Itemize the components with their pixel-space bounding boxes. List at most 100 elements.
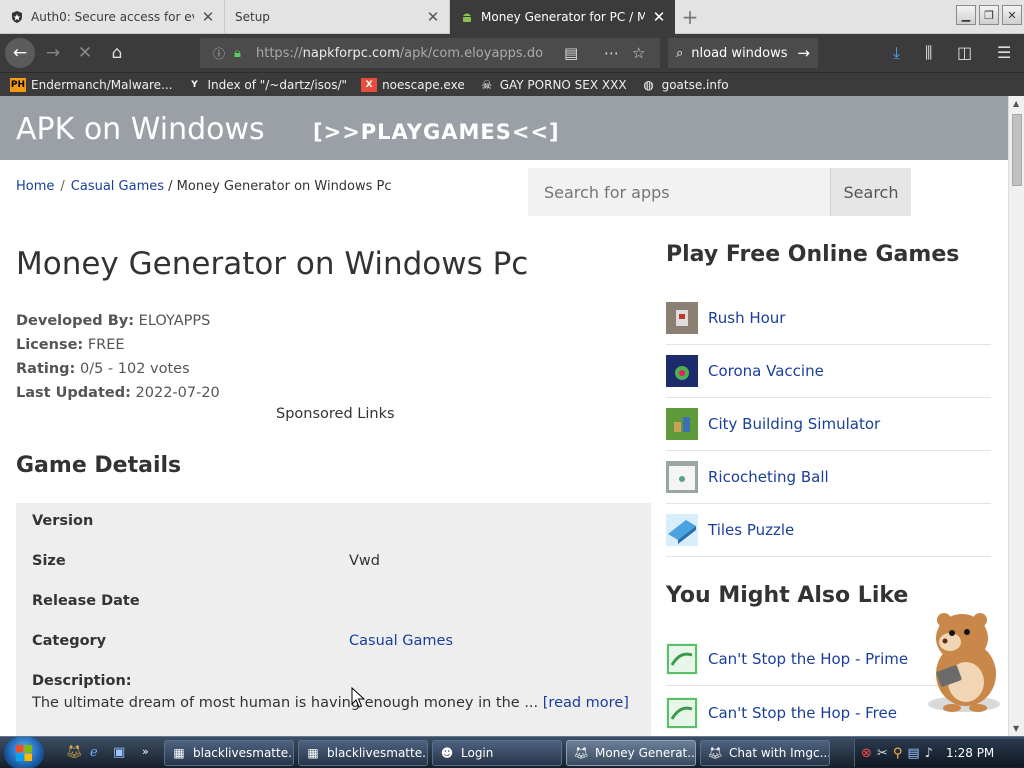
scrollbar-thumb[interactable]	[1012, 114, 1022, 186]
search-go-icon[interactable]: →	[797, 44, 810, 62]
read-more-link[interactable]: [read more]	[543, 695, 629, 711]
start-button[interactable]	[4, 737, 44, 768]
taskbar-window-4[interactable]: 🦊︎ Money Generat...	[566, 740, 696, 766]
bookmark-item[interactable]: Y Index of "/~dartz/isos/"	[187, 77, 348, 92]
bookmark-label: Endermanch/Malware...	[31, 77, 173, 92]
ricocheting-ball-thumbnail	[666, 461, 698, 493]
browser-search-box[interactable]: ⌕ nload windows →	[668, 38, 818, 68]
window-app-icon: ☻	[440, 746, 454, 760]
info-icon[interactable]: ⓘ	[210, 45, 228, 62]
system-tray: ⊗ ✂ ⚲ ▤ ♪ 1:28 PM	[854, 739, 1024, 767]
site-logo[interactable]: APK on Windows	[16, 112, 265, 147]
taskbar-window-5[interactable]: 🦊︎ Chat with Imgc...	[700, 740, 830, 766]
cant-stop-the-hop-thumbnail	[666, 696, 698, 729]
updated-label: Last Updated:	[16, 385, 131, 401]
taskbar-window-1[interactable]: ▦ blacklivesmatte...	[164, 740, 294, 766]
page-scrollbar[interactable]: ▲ ▼	[1008, 96, 1024, 736]
scroll-down-icon[interactable]: ▼	[1013, 724, 1019, 733]
game-item-rush-hour[interactable]: Rush Hour	[666, 292, 991, 345]
bookmark-star-icon[interactable]: ☆	[632, 44, 645, 62]
bookmark-label: GAY PORNO SEX XXX	[499, 77, 627, 92]
address-bar[interactable]: ⓘ 🔒︎ https://napkforpc.com/apk/com.eloya…	[200, 38, 660, 68]
quicklaunch-more-icon[interactable]: »	[142, 745, 149, 758]
windows-taskbar: 🦊︎ ℯ ▣ » ▦ blacklivesmatte... ▦ blacklives…	[0, 736, 1024, 768]
bookmark-item[interactable]: ☠ GAY PORNO SEX XXX	[479, 77, 627, 92]
menu-icon[interactable]: ☰	[997, 43, 1011, 62]
quicklaunch-desktop-icon[interactable]: ▣	[113, 745, 125, 760]
minimize-icon[interactable]: ▁	[956, 5, 976, 25]
tab-money-generator[interactable]: Money Generator for PC / Mac ✕	[450, 0, 675, 34]
bookmark-item[interactable]: ◍ goatse.info	[641, 78, 728, 92]
game-item-corona-vaccine[interactable]: Corona Vaccine	[666, 345, 991, 398]
breadcrumb: Home / Casual Games / Money Generator on W…	[16, 179, 392, 194]
app-link[interactable]: Can't Stop the Hop - Prime	[708, 650, 908, 668]
bookmark-favicon: Y	[191, 79, 198, 90]
sidebar-toggle-icon[interactable]: ◫	[957, 43, 972, 62]
restore-icon[interactable]: ❐	[979, 5, 999, 25]
window-label: blacklivesmatte...	[193, 746, 294, 760]
tab-setup[interactable]: Setup ✕	[225, 0, 450, 34]
corona-vaccine-thumbnail	[666, 355, 698, 387]
tray-network-icon[interactable]: ▤	[907, 746, 919, 761]
window-app-icon: ▦	[173, 746, 185, 760]
free-games-heading: Play Free Online Games	[666, 242, 960, 267]
close-tab-icon[interactable]: ✕	[425, 8, 441, 26]
game-item-city-building[interactable]: City Building Simulator	[666, 398, 991, 451]
breadcrumb-home[interactable]: Home	[16, 179, 54, 194]
page-actions-icon[interactable]: ⋯	[604, 44, 619, 62]
breadcrumb-category[interactable]: Casual Games	[71, 179, 164, 194]
tab-label: Auth0: Secure access for every	[31, 10, 194, 24]
library-icon[interactable]: ⫼	[925, 43, 932, 63]
tray-tool-icon[interactable]: ✂	[877, 746, 888, 761]
app-link[interactable]: Can't Stop the Hop - Free	[708, 704, 897, 722]
bookmark-label: Index of "/~dartz/isos/"	[207, 77, 348, 92]
game-link[interactable]: Tiles Puzzle	[708, 521, 794, 539]
taskbar-clock[interactable]: 1:28 PM	[946, 746, 994, 760]
game-link[interactable]: Corona Vaccine	[708, 362, 824, 380]
new-tab-icon[interactable]: +	[678, 5, 702, 29]
game-link[interactable]: Rush Hour	[708, 309, 785, 327]
tab-label: Setup	[235, 10, 270, 24]
quicklaunch-firefox-icon[interactable]: 🦊︎	[66, 745, 83, 760]
tray-error-icon[interactable]: ⊗	[861, 746, 872, 761]
reader-view-icon[interactable]: ▤	[564, 44, 578, 62]
bookmark-item[interactable]: PH Endermanch/Malware...	[10, 77, 173, 92]
window-label: Chat with Imgc...	[729, 746, 830, 760]
close-tab-icon[interactable]: ✕	[200, 8, 216, 26]
game-item-tiles-puzzle[interactable]: Tiles Puzzle	[666, 504, 991, 557]
close-window-icon[interactable]: ✕	[1002, 5, 1022, 25]
game-link[interactable]: City Building Simulator	[708, 415, 880, 433]
taskbar-window-3[interactable]: ☻ Login	[432, 740, 562, 766]
game-link[interactable]: Ricocheting Ball	[708, 468, 829, 486]
window-label: Login	[461, 746, 494, 760]
tray-search-icon[interactable]: ⚲	[893, 746, 903, 761]
search-button[interactable]: Search	[830, 168, 911, 216]
quicklaunch-ie-icon[interactable]: ℯ	[90, 745, 98, 760]
city-building-thumbnail	[666, 408, 698, 440]
rating-value: 0/5 - 102 votes	[79, 361, 190, 377]
play-games-link[interactable]: [>>PLAYGAMES<<]	[313, 120, 560, 144]
auth0-shield-icon	[10, 10, 24, 24]
window-app-icon: ▦	[307, 746, 319, 760]
window-app-icon: 🦊︎	[707, 746, 723, 760]
forward-icon[interactable]: →	[38, 38, 68, 68]
close-tab-icon[interactable]: ✕	[651, 8, 667, 26]
tab-label: Money Generator for PC / Mac	[481, 10, 645, 24]
game-details-table: Version Size Vwd Release Date Category C…	[16, 503, 651, 736]
download-icon[interactable]: ⤓	[893, 43, 900, 63]
game-item-ricocheting-ball[interactable]: Ricocheting Ball	[666, 451, 991, 504]
home-icon[interactable]: ⌂	[102, 38, 132, 68]
tab-auth0[interactable]: Auth0: Secure access for every ✕	[0, 0, 225, 34]
back-icon[interactable]: ←	[5, 38, 35, 68]
developer-value: ELOYAPPS	[138, 313, 211, 329]
page-title: Money Generator on Windows Pc	[16, 246, 529, 282]
hamster-mascot[interactable]	[912, 608, 1008, 718]
category-link[interactable]: Casual Games	[349, 633, 453, 649]
search-input[interactable]	[528, 168, 830, 216]
bookmark-item[interactable]: X noescape.exe	[361, 77, 465, 92]
scroll-up-icon[interactable]: ▲	[1013, 99, 1019, 108]
tray-volume-icon[interactable]: ♪	[925, 746, 933, 761]
page-viewport: APK on Windows [>>PLAYGAMES<<] Home / Casu…	[0, 96, 1008, 736]
taskbar-window-2[interactable]: ▦ blacklivesmatte...	[298, 740, 428, 766]
stop-loading-icon[interactable]: ✕	[70, 38, 100, 68]
